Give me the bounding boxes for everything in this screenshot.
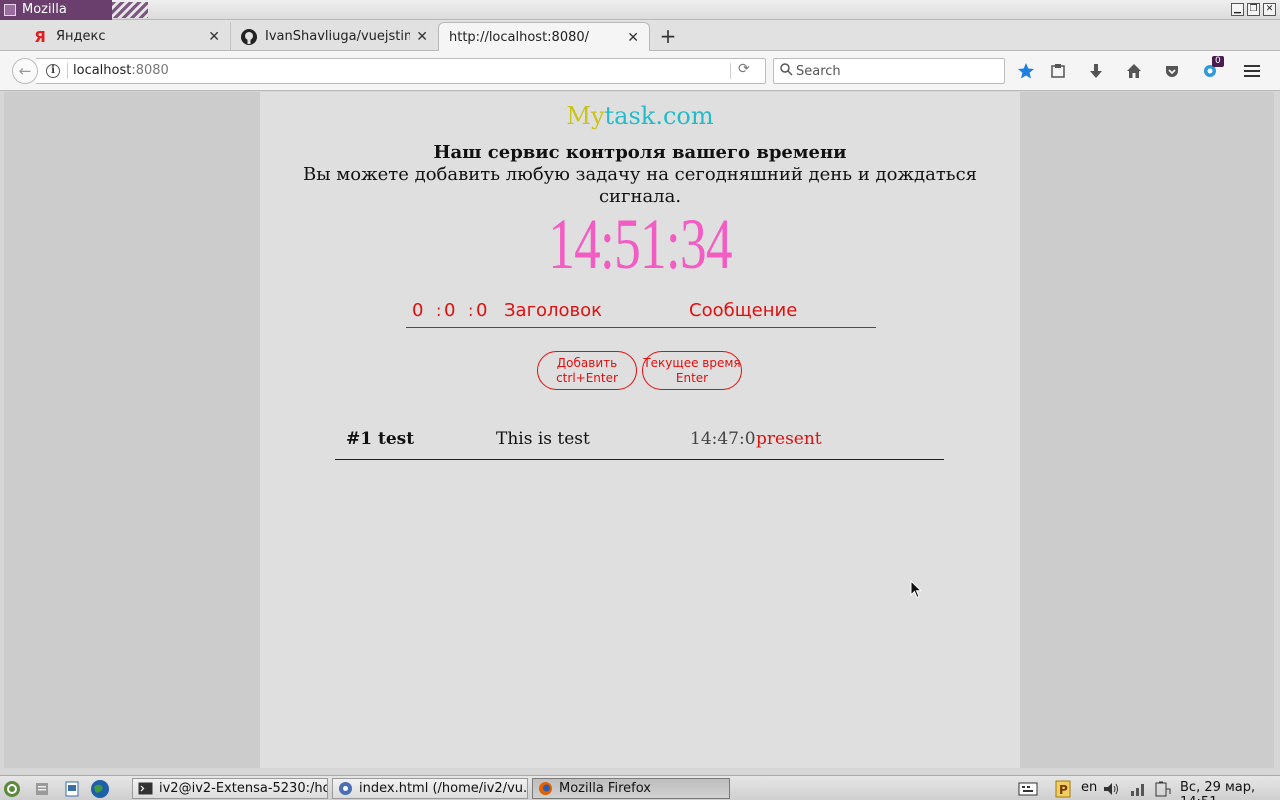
close-tab-icon[interactable]: ✕ <box>416 29 428 45</box>
site-info-icon[interactable]: i <box>46 64 60 78</box>
network-signal-icon[interactable] <box>1128 779 1148 799</box>
terminal-icon <box>138 781 153 796</box>
url-port: :8080 <box>131 63 169 78</box>
add-task-button[interactable]: Добавить ctrl+Enter <box>537 351 637 390</box>
task-message: This is test <box>496 429 590 449</box>
search-icon <box>780 63 793 80</box>
url-separator <box>67 63 68 79</box>
taskbar-item-label: index.html (/home/iv2/vu... <box>359 781 528 796</box>
pidgin-icon[interactable]: P <box>1053 779 1073 799</box>
system-clock[interactable]: Вс, 29 мар, 14:51 <box>1180 780 1280 800</box>
web-browser-icon[interactable] <box>90 779 110 799</box>
close-tab-icon[interactable]: ✕ <box>627 30 639 46</box>
menu-icon[interactable] <box>1242 61 1262 81</box>
tab-github[interactable]: IvanShavliuga/vuejstimer ✕ <box>230 22 438 51</box>
task-status: present <box>756 429 822 449</box>
tab-bar: Я Яндекс ✕ IvanShavliuga/vuejstimer ✕ ht… <box>0 20 1280 52</box>
minimize-button[interactable]: ▁ <box>1231 3 1244 16</box>
github-icon <box>241 28 257 45</box>
time-colon: : <box>436 301 442 320</box>
back-button[interactable]: ← <box>12 58 38 84</box>
svg-text:P: P <box>1059 783 1068 797</box>
window-icon <box>4 4 16 16</box>
restore-button[interactable]: ❐ <box>1247 3 1260 16</box>
add-button-label: Добавить <box>556 355 618 370</box>
window-title: Mozilla Firefox <box>0 0 112 37</box>
text-editor-icon[interactable] <box>62 779 82 799</box>
battery-icon[interactable] <box>1152 779 1172 799</box>
task-row: #1 test This is test 14:47:0 present <box>335 418 944 460</box>
taskbar-item-firefox[interactable]: Mozilla Firefox <box>532 778 730 799</box>
os-taskbar: iv2@iv2-Extensa-5230:/ho... index.html (… <box>0 775 1280 800</box>
task-time: 14:47:0 <box>690 429 756 449</box>
seconds-input[interactable] <box>476 300 490 321</box>
url-text[interactable]: localhost:8080 <box>73 63 169 78</box>
close-tab-icon[interactable]: ✕ <box>208 29 220 45</box>
logo-rest: task.com <box>604 102 714 130</box>
task-title: #1 test <box>346 429 415 449</box>
url-host: localhost <box>73 63 132 78</box>
reload-icon[interactable]: ⟳ <box>738 61 750 77</box>
current-time-button[interactable]: Текущее время Enter <box>642 351 742 390</box>
tab-label: http://localhost:8080/ <box>449 30 590 45</box>
tab-localhost[interactable]: http://localhost:8080/ ✕ <box>438 22 650 52</box>
search-input[interactable] <box>796 62 996 80</box>
search-bar[interactable] <box>773 58 1005 84</box>
pocket-icon[interactable] <box>1162 61 1182 81</box>
volume-icon[interactable] <box>1102 779 1122 799</box>
current-time-button-shortcut: Enter <box>675 370 709 385</box>
current-time-clock: 14:51:34 <box>548 204 732 284</box>
language-indicator[interactable]: en <box>1081 780 1097 795</box>
url-bar[interactable]: i localhost:8080 ⟳ <box>36 58 766 84</box>
nav-bar: i localhost:8080 ⟳ ← 0 <box>0 51 1280 91</box>
page-headline: Наш сервис контроля вашего времени <box>433 142 847 163</box>
url-separator <box>730 63 731 79</box>
firefox-icon <box>538 781 553 796</box>
app-container: Mytask.com Наш сервис контроля вашего вр… <box>260 92 1020 768</box>
site-logo: Mytask.com <box>260 102 1020 130</box>
logo-my: My <box>566 102 605 130</box>
titlebar-decoration <box>112 2 148 18</box>
bookmarks-list-icon[interactable] <box>1048 61 1068 81</box>
close-window-button[interactable]: ✕ <box>1263 3 1276 16</box>
minutes-input[interactable] <box>444 300 458 321</box>
tab-yandex[interactable]: Я Яндекс ✕ <box>22 22 230 51</box>
yandex-icon: Я <box>34 27 46 46</box>
hours-input[interactable] <box>412 300 426 321</box>
notification-badge: 0 <box>1212 56 1224 67</box>
current-time-button-label: Текущее время <box>643 355 741 370</box>
download-icon[interactable] <box>1086 61 1106 81</box>
keyboard-layout-icon[interactable] <box>1018 779 1038 799</box>
new-tab-button[interactable]: + <box>656 24 680 48</box>
title-input[interactable] <box>504 300 674 321</box>
tab-label: Яндекс <box>56 29 106 44</box>
file-manager-icon[interactable] <box>32 779 52 799</box>
window-controls: ▁ ❐ ✕ <box>1231 3 1276 16</box>
taskbar-item-label: iv2@iv2-Extensa-5230:/ho... <box>159 781 328 796</box>
tab-label: IvanShavliuga/vuejstimer <box>265 29 410 44</box>
editor-icon <box>338 781 353 796</box>
mouse-cursor-icon <box>910 579 923 603</box>
bookmark-star-icon[interactable] <box>1016 61 1036 81</box>
message-input[interactable] <box>689 300 869 321</box>
task-form: : : <box>406 298 876 328</box>
page-description: Вы можете добавить любую задачу на сегод… <box>302 164 978 207</box>
add-button-shortcut: ctrl+Enter <box>556 370 618 385</box>
page-viewport: Mytask.com Наш сервис контроля вашего вр… <box>4 92 1274 768</box>
window-titlebar: Mozilla Firefox ▁ ❐ ✕ <box>0 0 1280 37</box>
home-icon[interactable] <box>1124 61 1144 81</box>
start-menu-icon[interactable] <box>2 779 22 799</box>
taskbar-item-editor[interactable]: index.html (/home/iv2/vu... <box>332 778 528 799</box>
taskbar-item-terminal[interactable]: iv2@iv2-Extensa-5230:/ho... <box>132 778 328 799</box>
taskbar-item-label: Mozilla Firefox <box>559 781 651 796</box>
time-colon: : <box>468 301 474 320</box>
